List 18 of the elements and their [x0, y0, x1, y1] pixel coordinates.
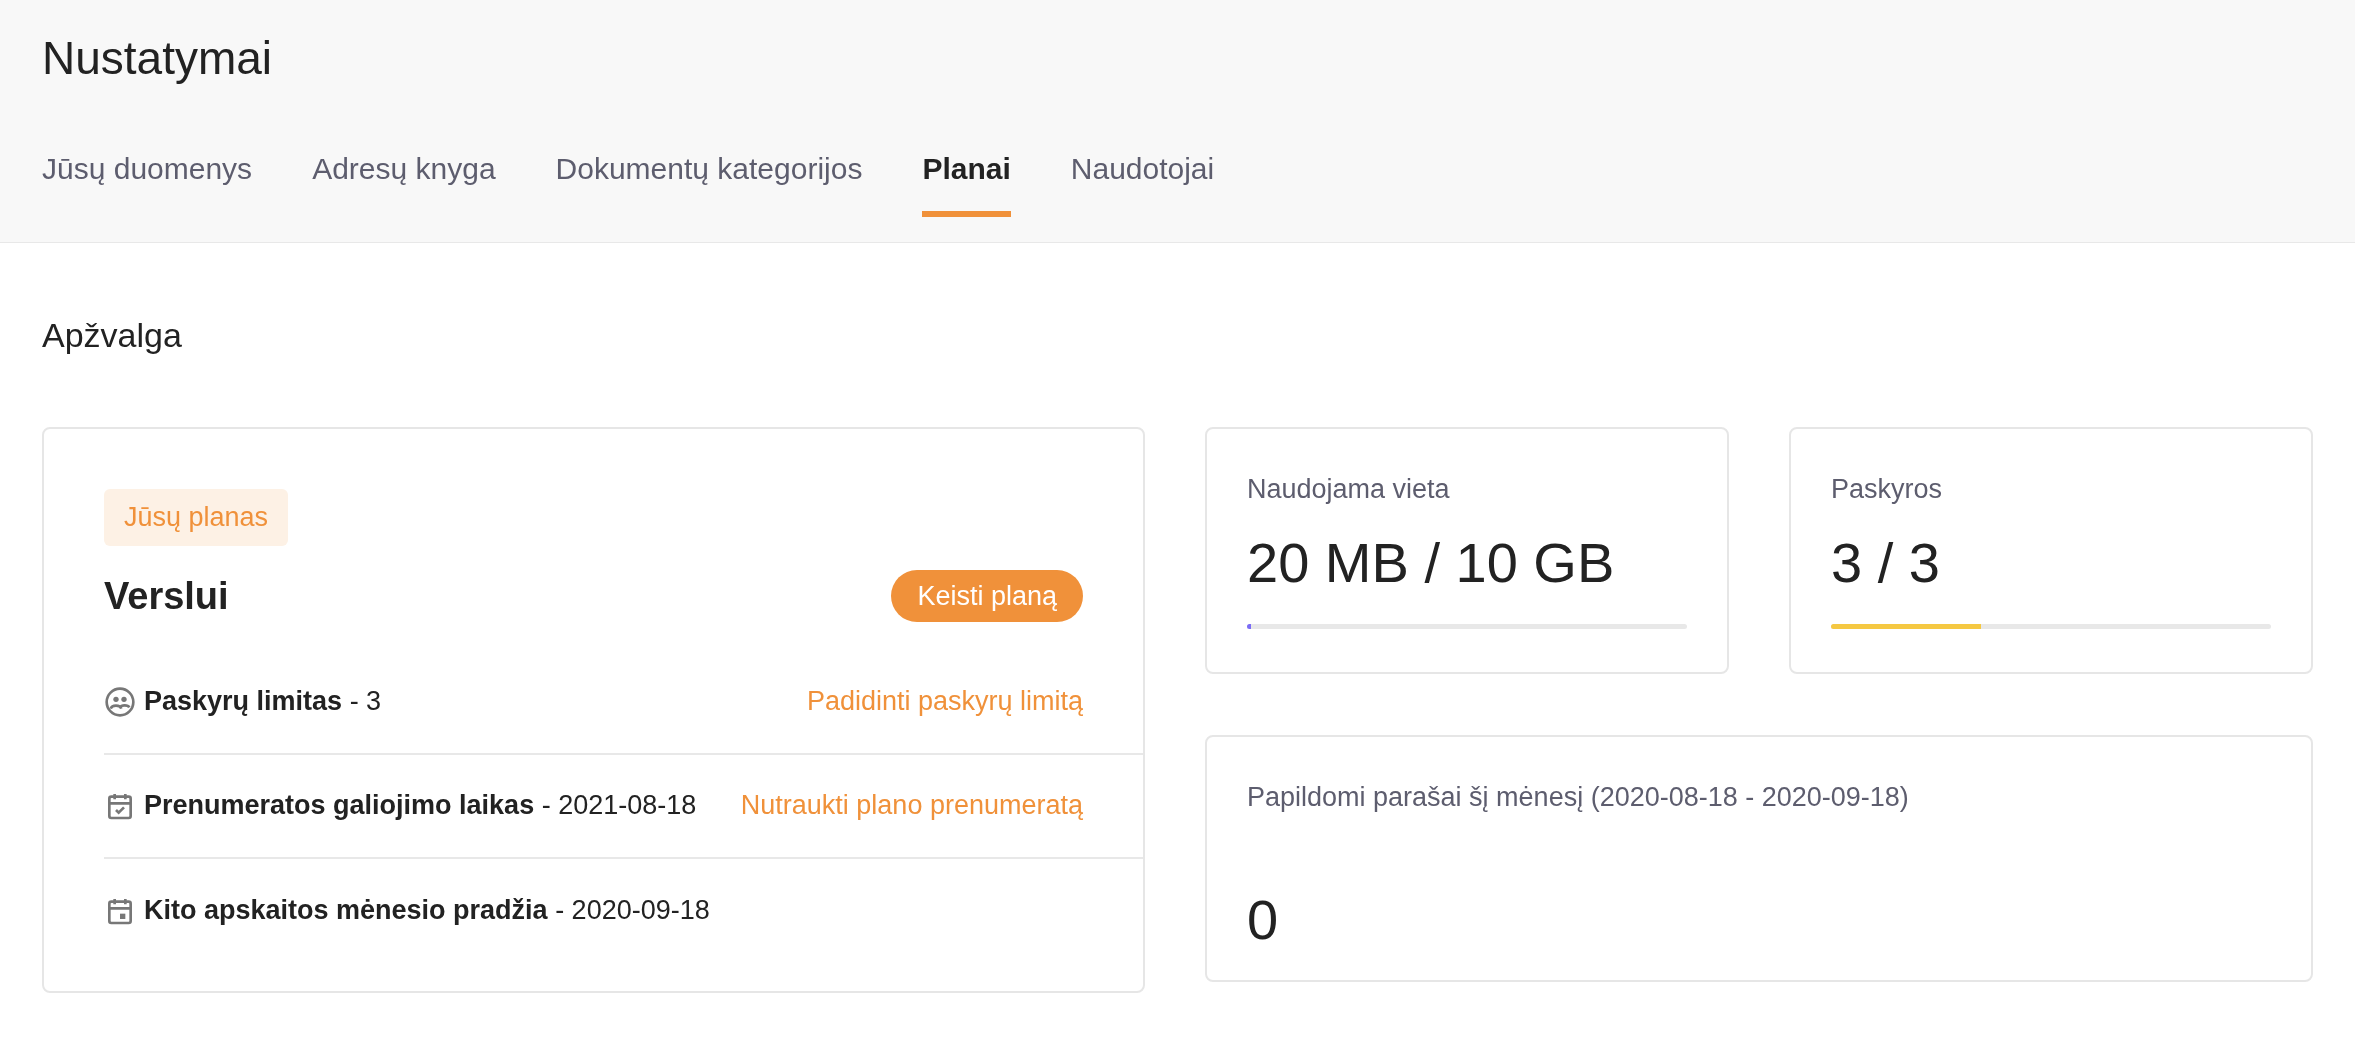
tab[interactable]: Dokumentų kategorijos [555, 138, 863, 217]
usage-label: Paskyros [1831, 473, 1943, 506]
usage-value: 3 / 3 [1831, 529, 1940, 596]
tab[interactable]: Adresų knyga [312, 138, 496, 217]
page-title: Nustatymai [42, 31, 273, 86]
signatures-value: 0 [1247, 886, 1279, 953]
plan-badge: Jūsų planas [104, 489, 289, 546]
tab[interactable]: Naudotojai [1070, 138, 1215, 217]
plan-detail: Paskyrų limitas - 3 [144, 685, 382, 719]
signatures-label: Papildomi parašai šį mėnesį (2020-08-18 - 2020-09-18) [1247, 781, 1909, 814]
section-title: Apžvalga [42, 315, 182, 356]
plan-detail: Prenumeratos galiojimo laikas - 2021-08-18 [144, 789, 697, 823]
plan-name: Verslui [104, 573, 229, 619]
tab[interactable]: Jūsų duomenys [42, 138, 253, 217]
usage-label: Naudojama vieta [1247, 473, 1450, 506]
usage-value: 20 MB / 10 GB [1247, 529, 1615, 596]
tab[interactable]: Planai [922, 138, 1011, 217]
plan-detail: Kito apskaitos mėnesio pradžia - 2020-09-18 [144, 894, 710, 928]
